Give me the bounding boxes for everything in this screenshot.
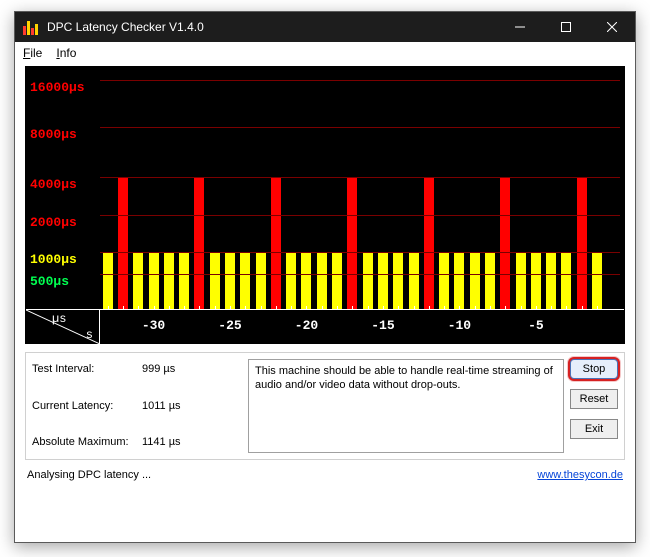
- axis-unit-corner: µs s: [26, 310, 100, 344]
- latency-bar: [149, 252, 159, 309]
- vendor-link[interactable]: www.thesycon.de: [537, 469, 623, 481]
- x-tick-label: -20: [295, 318, 318, 333]
- absolute-max-value: 1141 µs: [142, 436, 242, 453]
- latency-bar: [378, 252, 388, 309]
- latency-bar: [439, 252, 449, 309]
- stats-grid: Test Interval: 999 µs Current Latency: 1…: [32, 359, 242, 453]
- latency-bar: [194, 177, 204, 309]
- app-window: DPC Latency Checker V1.4.0 File Info 160…: [14, 11, 636, 543]
- x-tick-label: -10: [448, 318, 471, 333]
- titlebar: DPC Latency Checker V1.4.0: [15, 12, 635, 42]
- y-tick-label: 4000µs: [30, 177, 77, 192]
- y-axis-unit: µs: [52, 312, 66, 326]
- x-tick-label: -15: [371, 318, 394, 333]
- y-tick-label: 16000µs: [30, 80, 85, 95]
- y-tick-label: 8000µs: [30, 127, 77, 142]
- app-icon: [23, 19, 39, 35]
- x-tick-label: -25: [218, 318, 241, 333]
- status-description: This machine should be able to handle re…: [248, 359, 564, 453]
- latency-bar: [561, 252, 571, 309]
- latency-bar: [286, 252, 296, 309]
- latency-bar: [393, 252, 403, 309]
- latency-bar: [363, 252, 373, 309]
- x-axis-unit: s: [86, 328, 93, 342]
- latency-bar: [317, 252, 327, 309]
- latency-bar: [133, 252, 143, 309]
- latency-bar: [179, 252, 189, 309]
- menu-info[interactable]: Info: [56, 46, 76, 60]
- latency-bar: [577, 177, 587, 309]
- latency-bar: [424, 177, 434, 309]
- absolute-max-label: Absolute Maximum:: [32, 436, 142, 453]
- window-title: DPC Latency Checker V1.4.0: [47, 20, 497, 34]
- latency-bar: [409, 252, 419, 309]
- y-tick-label: 1000µs: [30, 252, 77, 267]
- close-button[interactable]: [589, 12, 635, 42]
- latency-bar: [210, 252, 220, 309]
- menu-file[interactable]: File: [23, 46, 42, 60]
- status-text: Analysing DPC latency ...: [27, 469, 151, 481]
- latency-bar: [225, 252, 235, 309]
- y-tick-label: 500µs: [30, 274, 69, 289]
- latency-bar: [531, 252, 541, 309]
- test-interval-label: Test Interval:: [32, 363, 142, 380]
- x-tick-label: -30: [142, 318, 165, 333]
- stop-button[interactable]: Stop: [570, 359, 618, 379]
- maximize-button[interactable]: [543, 12, 589, 42]
- latency-bar: [470, 252, 480, 309]
- latency-bar: [271, 177, 281, 309]
- latency-bar: [454, 252, 464, 309]
- latency-bar: [103, 252, 113, 309]
- current-latency-value: 1011 µs: [142, 400, 242, 417]
- menubar: File Info: [15, 42, 635, 64]
- latency-bar: [301, 252, 311, 309]
- latency-bar: [240, 252, 250, 309]
- latency-bar: [347, 177, 357, 309]
- latency-bar: [546, 252, 556, 309]
- x-tick-label: -5: [528, 318, 544, 333]
- latency-bar: [516, 252, 526, 309]
- exit-button[interactable]: Exit: [570, 419, 618, 439]
- latency-bar: [332, 252, 342, 309]
- latency-bar: [485, 252, 495, 309]
- latency-bar: [118, 177, 128, 309]
- latency-chart: 16000µs 8000µs 4000µs 2000µs 1000µs 500µs µs …: [25, 66, 625, 344]
- current-latency-label: Current Latency:: [32, 400, 142, 417]
- minimize-button[interactable]: [497, 12, 543, 42]
- latency-bar: [164, 252, 174, 309]
- latency-bar: [592, 252, 602, 309]
- latency-bar: [500, 177, 510, 309]
- latency-bar: [256, 252, 266, 309]
- y-tick-label: 2000µs: [30, 215, 77, 230]
- info-panel: Test Interval: 999 µs Current Latency: 1…: [25, 352, 625, 460]
- reset-button[interactable]: Reset: [570, 389, 618, 409]
- statusbar: Analysing DPC latency ... www.thesycon.d…: [25, 466, 625, 484]
- test-interval-value: 999 µs: [142, 363, 242, 380]
